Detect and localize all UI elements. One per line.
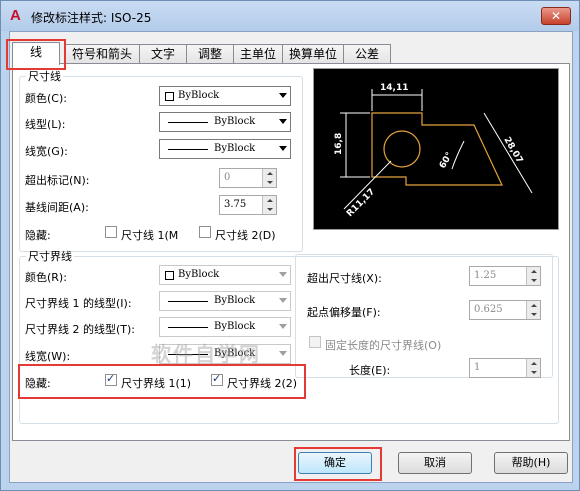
spin-down-icon[interactable] — [526, 276, 540, 285]
dim-lineweight-label: 线宽(G): — [25, 145, 68, 158]
chevron-down-icon — [279, 93, 287, 98]
dim-color-label: 颜色(C): — [25, 92, 67, 105]
ext-color-label: 颜色(R): — [25, 271, 67, 284]
chevron-down-icon — [279, 298, 287, 303]
close-button[interactable]: ✕ — [541, 7, 571, 25]
preview-dim-left: 16,8 — [334, 133, 344, 155]
ext-linetype2-select[interactable]: ByBlock — [159, 317, 291, 337]
baseline-spacing-label: 基线间距(A): — [25, 201, 89, 214]
spin-up-icon[interactable] — [526, 301, 540, 310]
line-sample-icon — [168, 301, 208, 302]
ext-linetype2-label: 尺寸界线 2 的线型(T): — [25, 323, 135, 336]
tab-fit[interactable]: 调整 — [186, 44, 234, 64]
spin-up-icon[interactable] — [526, 359, 540, 368]
extend-ticks-label: 超出标记(N): — [25, 174, 90, 187]
dim-color-value: ByBlock — [178, 90, 220, 101]
autocad-app-icon: A — [10, 7, 21, 24]
extension-lines-group-title: 尺寸界线 — [28, 250, 72, 263]
dialog-client: 线 符号和箭头 文字 调整 主单位 换算单位 公差 尺寸线 颜色(C): ByB… — [9, 31, 573, 483]
tab-tolerances[interactable]: 公差 — [343, 44, 391, 64]
line-sample-icon — [168, 149, 208, 150]
line-sample-icon — [168, 327, 208, 328]
ext-linetype1-label: 尺寸界线 1 的线型(I): — [25, 297, 132, 310]
suppress-ext-line-1-label: 尺寸界线 1(1) — [121, 377, 192, 390]
ext-linetype2-value: ByBlock — [214, 321, 256, 332]
chevron-down-icon — [279, 146, 287, 151]
baseline-spacing-value: 3.75 — [224, 199, 247, 210]
spin-up-icon[interactable] — [262, 196, 276, 205]
offset-origin-spinner[interactable]: 0.625 — [469, 300, 541, 320]
suppress-dim-line-2-label: 尺寸线 2(D) — [215, 229, 276, 242]
chevron-down-icon — [279, 272, 287, 277]
dimension-lines-group-title: 尺寸线 — [28, 70, 61, 83]
watermark-text: 软件自学网 — [151, 342, 261, 366]
tab-text[interactable]: 文字 — [139, 44, 187, 64]
preview-drawing: 14,11 16,8 28,07 60° R11,17 — [334, 83, 533, 219]
suppress-dim-line-1-checkbox[interactable] — [105, 226, 117, 238]
tab-symbols-arrows[interactable]: 符号和箭头 — [64, 44, 140, 64]
chevron-down-icon — [279, 324, 287, 329]
color-swatch-icon — [165, 92, 174, 101]
dimension-preview: 14,11 16,8 28,07 60° R11,17 — [313, 68, 559, 230]
chevron-down-icon — [279, 119, 287, 124]
suppress-dim-line-1-label: 尺寸线 1(M — [121, 229, 179, 242]
tab-panel-lines: 尺寸线 颜色(C): ByBlock 线型(L): ByBlock 线宽(G):… — [12, 63, 570, 441]
title-bar[interactable]: A 修改标注样式: ISO-25 ✕ — [1, 1, 579, 31]
preview-part-outline — [371, 112, 503, 186]
line-sample-icon — [168, 122, 208, 123]
chevron-down-icon — [279, 351, 287, 356]
extend-ticks-value: 0 — [224, 172, 231, 183]
length-value: 1 — [474, 362, 481, 373]
spin-down-icon[interactable] — [262, 178, 276, 187]
spin-down-icon[interactable] — [262, 205, 276, 214]
offset-origin-label: 起点偏移量(F): — [307, 306, 381, 319]
fixed-length-label: 固定长度的尺寸界线(O) — [325, 339, 442, 352]
suppress-dim-line-2-checkbox[interactable] — [199, 226, 211, 238]
suppress-ext-line-2-label: 尺寸界线 2(2) — [227, 377, 298, 390]
dim-lineweight-value: ByBlock — [214, 143, 256, 154]
cancel-button[interactable]: 取消 — [398, 452, 472, 474]
length-spinner[interactable]: 1 — [469, 358, 541, 378]
dim-color-select[interactable]: ByBlock — [159, 86, 291, 106]
spin-down-icon[interactable] — [526, 368, 540, 377]
dim-linetype-label: 线型(L): — [25, 118, 66, 131]
ext-linetype1-select[interactable]: ByBlock — [159, 291, 291, 311]
spin-down-icon[interactable] — [526, 310, 540, 319]
extend-beyond-label: 超出尺寸线(X): — [307, 272, 382, 285]
ext-color-select[interactable]: ByBlock — [159, 265, 291, 285]
ext-color-value: ByBlock — [178, 269, 220, 280]
extend-beyond-spinner[interactable]: 1.25 — [469, 266, 541, 286]
offset-origin-value: 0.625 — [474, 304, 503, 315]
dialog-window: A 修改标注样式: ISO-25 ✕ 线 符号和箭头 文字 调整 主单位 换算单… — [0, 0, 580, 491]
suppress-ext-line-1-checkbox[interactable] — [105, 372, 117, 386]
preview-hole — [383, 130, 421, 168]
extend-ticks-spinner[interactable]: 0 — [219, 168, 277, 188]
spin-up-icon[interactable] — [526, 267, 540, 276]
dim-linetype-select[interactable]: ByBlock — [159, 112, 291, 132]
length-label: 长度(E): — [349, 364, 391, 377]
window-title: 修改标注样式: ISO-25 — [31, 11, 152, 25]
tab-primary-units[interactable]: 主单位 — [233, 44, 283, 64]
baseline-spacing-spinner[interactable]: 3.75 — [219, 195, 277, 215]
dim-lineweight-select[interactable]: ByBlock — [159, 139, 291, 159]
preview-dim-top: 14,11 — [380, 83, 408, 93]
dim-linetype-value: ByBlock — [214, 116, 256, 127]
tab-alternate-units[interactable]: 换算单位 — [282, 44, 344, 64]
ext-lineweight-label: 线宽(W): — [25, 350, 71, 363]
ext-suppress-label: 隐藏: — [25, 377, 51, 390]
suppress-ext-line-2-checkbox[interactable] — [211, 372, 223, 386]
dim-suppress-label: 隐藏: — [25, 229, 51, 242]
spin-up-icon[interactable] — [262, 169, 276, 178]
color-swatch-icon — [165, 271, 174, 280]
ok-button[interactable]: 确定 — [298, 452, 372, 474]
ext-linetype1-value: ByBlock — [214, 295, 256, 306]
tab-lines[interactable]: 线 — [12, 42, 60, 65]
fixed-length-checkbox[interactable] — [309, 336, 321, 348]
help-button[interactable]: 帮助(H) — [494, 452, 568, 474]
extend-beyond-value: 1.25 — [474, 270, 497, 281]
